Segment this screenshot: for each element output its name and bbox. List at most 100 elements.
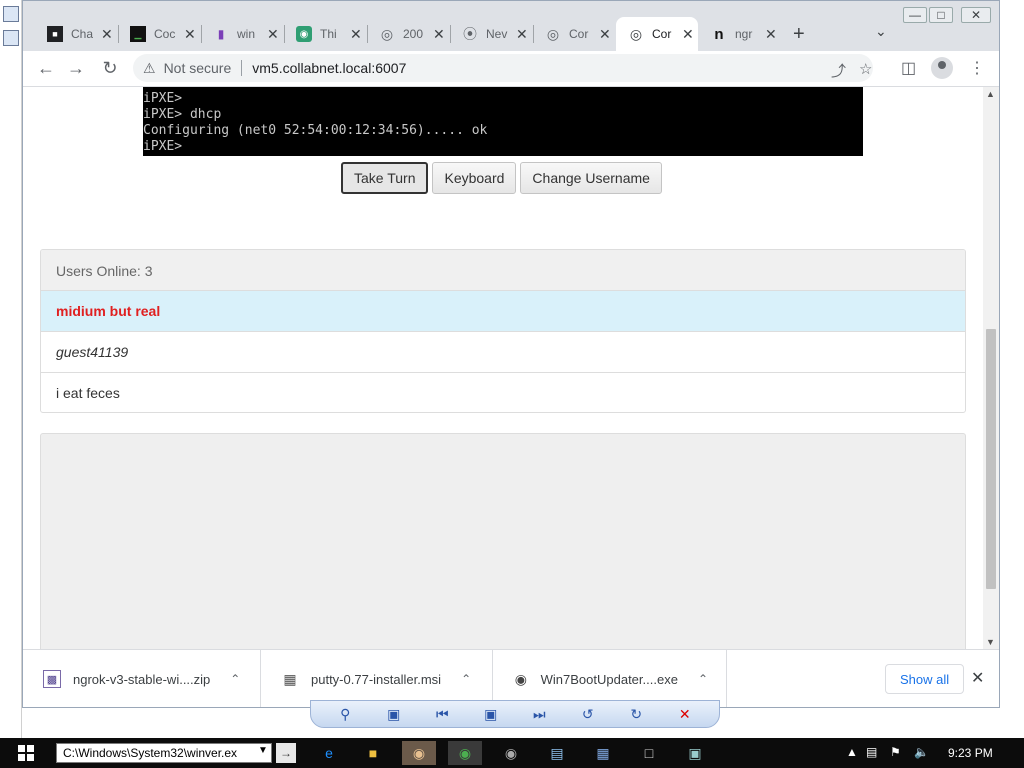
- taskbar: C:\Windows\System32\winver.ex ▼ → e ■ ◉ …: [0, 738, 1024, 768]
- chevron-up-icon[interactable]: ⌃: [230, 672, 240, 686]
- network-icon[interactable]: ▤: [866, 745, 877, 759]
- tab-6[interactable]: ⦿ Nev ✕: [450, 17, 532, 51]
- chevron-down-icon[interactable]: ▼: [258, 745, 268, 756]
- terminal-line: iPXE>: [143, 91, 183, 106]
- scrollbar-thumb[interactable]: [986, 329, 996, 589]
- download-item[interactable]: ▩ ngrok-v3-stable-wi....zip ⌃: [23, 650, 261, 707]
- user-list-item-current[interactable]: midium but real: [41, 291, 965, 332]
- keyboard-button[interactable]: Keyboard: [432, 162, 517, 194]
- forward-icon[interactable]: →: [65, 58, 87, 79]
- reload-icon[interactable]: ↻: [99, 58, 121, 79]
- desktop-right-edge: [1000, 0, 1024, 738]
- tab-title: Cor: [652, 27, 672, 41]
- close-window-icon[interactable]: ✕: [961, 7, 991, 23]
- menu-kebab-icon[interactable]: ⋮: [969, 58, 985, 78]
- tab-2[interactable]: ▁ Coc ✕: [118, 17, 200, 51]
- close-tab-icon[interactable]: ✕: [350, 26, 362, 43]
- terminal-line: iPXE>: [143, 139, 183, 154]
- address-toolbar-input[interactable]: C:\Windows\System32\winver.ex: [56, 743, 272, 763]
- tab-title: Thi: [320, 27, 337, 41]
- close-tab-icon[interactable]: ✕: [682, 26, 694, 43]
- users-online-header: Users Online: 3: [41, 250, 965, 291]
- volume-icon[interactable]: 🔈: [914, 745, 929, 759]
- change-username-button[interactable]: Change Username: [520, 162, 662, 194]
- tab-3[interactable]: ▮ win ✕: [201, 17, 283, 51]
- previous-icon[interactable]: ⏮: [430, 706, 454, 723]
- download-filename: Win7BootUpdater....exe: [540, 671, 678, 687]
- screen-icon[interactable]: ▣: [479, 706, 503, 723]
- window-app-icon[interactable]: ▣: [678, 741, 712, 765]
- vm-terminal-screen[interactable]: iPXE> iPXE> dhcp Configuring (net0 52:54…: [143, 87, 863, 156]
- tab-search-chevron-icon[interactable]: ⌄: [875, 23, 887, 40]
- downloads-bar: ▩ ngrok-v3-stable-wi....zip ⌃ ▦ putty-0.…: [23, 649, 999, 707]
- desktop-icon[interactable]: [3, 6, 19, 22]
- side-panel-icon[interactable]: ◫: [901, 58, 916, 78]
- document-icon[interactable]: □: [632, 741, 666, 765]
- tray-expand-icon[interactable]: ▲: [846, 745, 858, 759]
- notepad-icon[interactable]: ▤: [540, 741, 574, 765]
- tab-9[interactable]: n ngr ✕: [699, 17, 781, 51]
- share-icon[interactable]: ⤴: [831, 60, 846, 81]
- scroll-up-icon[interactable]: ▲: [986, 89, 995, 99]
- close-tab-icon[interactable]: ✕: [101, 26, 113, 43]
- browser-window: ■ Cha ✕ ▁ Coc ✕ ▮ win ✕ ◉ Thi ✕ ◎ 200 ✕: [22, 0, 1000, 708]
- address-bar[interactable]: ⚠ Not secure vm5.collabnet.local:6007 ⤴ …: [133, 54, 873, 82]
- close-tab-icon[interactable]: ✕: [267, 26, 279, 43]
- zip-file-icon: ▩: [43, 670, 61, 688]
- clock[interactable]: 9:23 PM: [948, 746, 993, 760]
- tab-title: Coc: [154, 27, 176, 41]
- page-scrollbar[interactable]: ▲ ▼: [983, 87, 999, 649]
- next-icon[interactable]: ⏭: [527, 706, 551, 723]
- chrome-icon[interactable]: ◉: [448, 741, 482, 765]
- close-tab-icon[interactable]: ✕: [433, 26, 445, 43]
- download-filename: ngrok-v3-stable-wi....zip: [73, 671, 211, 687]
- file-explorer-icon[interactable]: ■: [356, 741, 390, 765]
- download-filename: putty-0.77-installer.msi: [311, 671, 442, 687]
- globe-favicon-icon: ◎: [380, 25, 394, 42]
- take-turn-button[interactable]: Take Turn: [341, 162, 429, 194]
- tab-7[interactable]: ◎ Cor ✕: [533, 17, 615, 51]
- bookmark-star-icon[interactable]: ☆: [859, 60, 872, 78]
- stop-icon[interactable]: ✕: [673, 706, 697, 723]
- user-list-item[interactable]: i eat feces: [41, 373, 965, 412]
- ngrok-favicon-icon: n: [714, 25, 724, 43]
- action-center-icon[interactable]: ⚑: [890, 745, 901, 759]
- tab-8-active[interactable]: ◎ Cor ✕: [616, 17, 698, 51]
- tab-1[interactable]: ■ Cha ✕: [35, 17, 117, 51]
- vm-app-icon[interactable]: ◉: [494, 741, 528, 765]
- chrome-favicon-icon: ⦿: [463, 26, 477, 42]
- computer-management-icon[interactable]: ▦: [586, 741, 620, 765]
- close-tab-icon[interactable]: ✕: [599, 26, 611, 43]
- user-list-item-guest[interactable]: guest41139: [41, 332, 965, 373]
- edge-icon[interactable]: e: [312, 741, 346, 765]
- tab-4[interactable]: ◉ Thi ✕: [284, 17, 366, 51]
- minimize-icon[interactable]: —: [903, 7, 927, 23]
- security-label[interactable]: Not secure: [164, 60, 232, 76]
- close-downloads-icon[interactable]: ✕: [971, 668, 984, 688]
- redo-icon[interactable]: ↻: [624, 706, 648, 723]
- undo-icon[interactable]: ↺: [576, 706, 600, 723]
- fit-screen-icon[interactable]: ▣: [382, 706, 406, 723]
- start-button-icon[interactable]: [18, 745, 34, 761]
- chevron-up-icon[interactable]: ⌃: [461, 672, 471, 686]
- chart-favicon-icon: ▁: [130, 26, 146, 42]
- profile-avatar-icon[interactable]: [931, 57, 953, 79]
- back-icon[interactable]: ←: [35, 58, 57, 79]
- go-arrow-icon[interactable]: →: [276, 743, 296, 763]
- new-tab-icon[interactable]: +: [793, 23, 805, 46]
- chevron-up-icon[interactable]: ⌃: [698, 672, 708, 686]
- scroll-down-icon[interactable]: ▼: [986, 637, 995, 647]
- chat-panel: [40, 433, 966, 649]
- close-tab-icon[interactable]: ✕: [184, 26, 196, 43]
- close-tab-icon[interactable]: ✕: [516, 26, 528, 43]
- desktop-icon[interactable]: [3, 30, 19, 46]
- globe-favicon-icon: ◎: [629, 25, 643, 42]
- close-tab-icon[interactable]: ✕: [765, 26, 777, 43]
- zoom-icon[interactable]: ⚲: [333, 706, 357, 723]
- show-all-downloads-button[interactable]: Show all: [885, 664, 965, 694]
- url-text[interactable]: vm5.collabnet.local:6007: [252, 60, 406, 76]
- tab-5[interactable]: ◎ 200 ✕: [367, 17, 449, 51]
- maximize-icon[interactable]: □: [929, 7, 953, 23]
- warning-icon[interactable]: ⚠: [143, 60, 156, 77]
- paint-app-icon[interactable]: ◉: [402, 741, 436, 765]
